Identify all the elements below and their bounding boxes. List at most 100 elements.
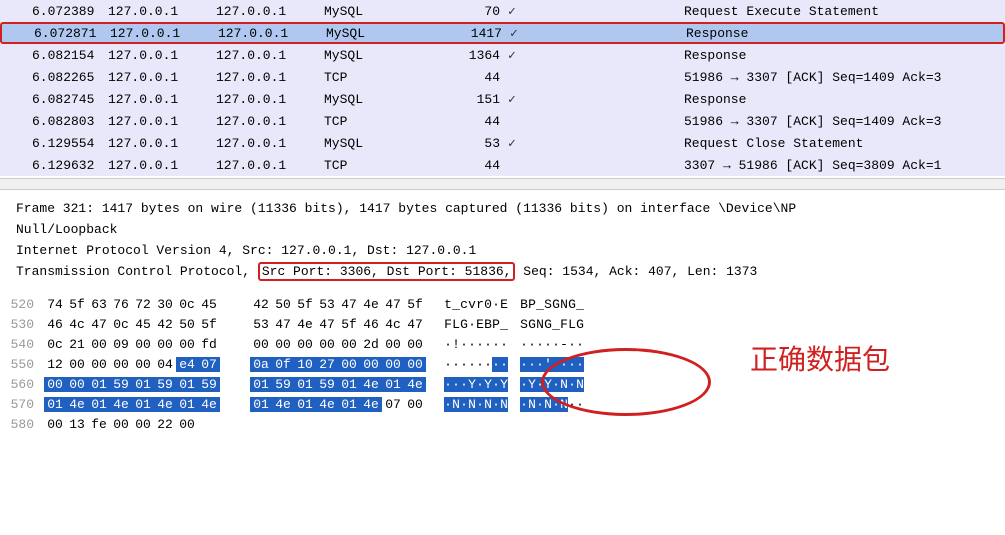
ascii-char bbox=[508, 297, 520, 312]
hex-byte: 12 bbox=[44, 357, 66, 372]
hex-offset: 560 bbox=[0, 377, 44, 392]
col-dst: 127.0.0.1 bbox=[216, 4, 324, 19]
col-proto: MySQL bbox=[324, 4, 420, 19]
hex-byte: 50 bbox=[272, 297, 294, 312]
hex-row[interactable]: 5800013fe00002200 bbox=[0, 414, 1005, 434]
ascii-char: P bbox=[528, 297, 536, 312]
ascii-char: Y bbox=[484, 377, 492, 392]
hex-ascii: t_cvr0·EBP_SGNG_ bbox=[444, 297, 584, 312]
hex-byte: 10 bbox=[294, 357, 316, 372]
packet-row[interactable]: 6.082154127.0.0.1127.0.0.1MySQL1364✓Resp… bbox=[0, 44, 1005, 66]
ascii-char: _ bbox=[500, 317, 508, 332]
col-proto: TCP bbox=[324, 70, 420, 85]
col-dst: 127.0.0.1 bbox=[216, 92, 324, 107]
ascii-char: · bbox=[452, 357, 460, 372]
hex-byte: 01 bbox=[294, 377, 316, 392]
hex-bytes: 000001590159015901590159014e014e bbox=[44, 377, 426, 392]
ascii-char: · bbox=[536, 397, 544, 412]
col-proto: MySQL bbox=[326, 26, 422, 41]
hex-byte: 0c bbox=[176, 297, 198, 312]
hex-byte: 04 bbox=[154, 357, 176, 372]
hex-bytes: 0c210009000000fd00000000002d0000 bbox=[44, 337, 426, 352]
ascii-char: · bbox=[560, 357, 568, 372]
ascii-char: _ bbox=[536, 297, 544, 312]
packet-row[interactable]: 6.129632127.0.0.1127.0.0.1TCP443307 → 51… bbox=[0, 154, 1005, 176]
ascii-char: G bbox=[576, 317, 584, 332]
col-info: Request Close Statement bbox=[684, 136, 1005, 151]
col-src: 127.0.0.1 bbox=[110, 26, 218, 41]
hex-byte: 01 bbox=[176, 397, 198, 412]
packet-row[interactable]: 6.082803127.0.0.1127.0.0.1TCP4451986 → 3… bbox=[0, 110, 1005, 132]
hex-byte: 76 bbox=[110, 297, 132, 312]
hex-byte: 00 bbox=[338, 357, 360, 372]
tcp-post: Seq: 1534, Ack: 407, Len: 1373 bbox=[515, 264, 757, 279]
hex-byte: 07 bbox=[382, 397, 404, 412]
hex-byte: 42 bbox=[250, 297, 272, 312]
hex-ascii: ···········'···· bbox=[444, 357, 584, 372]
ascii-char: · bbox=[568, 357, 576, 372]
hex-row[interactable]: 570014e014e014e014e014e014e014e0700·N·N·… bbox=[0, 394, 1005, 414]
hex-byte: 30 bbox=[154, 297, 176, 312]
hex-byte: 46 bbox=[44, 317, 66, 332]
hex-byte: 45 bbox=[132, 317, 154, 332]
packet-row[interactable]: 6.129554127.0.0.1127.0.0.1MySQL53✓Reques… bbox=[0, 132, 1005, 154]
ascii-char: N bbox=[544, 397, 552, 412]
ascii-char bbox=[508, 377, 520, 392]
hex-byte: 00 bbox=[88, 337, 110, 352]
ascii-char bbox=[508, 357, 520, 372]
hex-byte: 47 bbox=[88, 317, 110, 332]
hex-bytes: 014e014e014e014e014e014e014e0700 bbox=[44, 397, 426, 412]
hex-byte: 59 bbox=[154, 377, 176, 392]
ascii-char: N bbox=[576, 377, 584, 392]
col-len: 44 bbox=[420, 70, 508, 85]
col-proto: TCP bbox=[324, 114, 420, 129]
col-proto: MySQL bbox=[324, 92, 420, 107]
tcp-line[interactable]: Transmission Control Protocol, Src Port:… bbox=[16, 261, 989, 282]
hex-byte: 00 bbox=[294, 337, 316, 352]
packet-row[interactable]: 6.082745127.0.0.1127.0.0.1MySQL151✓Respo… bbox=[0, 88, 1005, 110]
hex-byte: 59 bbox=[316, 377, 338, 392]
ascii-char: · bbox=[444, 337, 452, 352]
hex-byte: 4e bbox=[294, 317, 316, 332]
null-line[interactable]: Null/Loopback bbox=[16, 219, 989, 240]
ascii-char: · bbox=[460, 357, 468, 372]
ascii-char: N bbox=[500, 397, 508, 412]
hex-bytes: 0013fe00002200 bbox=[44, 417, 198, 432]
ascii-char: r bbox=[476, 297, 484, 312]
col-info: Response bbox=[684, 92, 1005, 107]
hex-byte: 00 bbox=[154, 337, 176, 352]
ascii-char: _ bbox=[452, 297, 460, 312]
hex-byte: 00 bbox=[132, 337, 154, 352]
hex-byte: fd bbox=[198, 337, 220, 352]
ip-line[interactable]: Internet Protocol Version 4, Src: 127.0.… bbox=[16, 240, 989, 261]
pane-divider[interactable] bbox=[0, 178, 1005, 190]
ascii-char: · bbox=[492, 397, 500, 412]
hex-byte: 5f bbox=[294, 297, 316, 312]
hex-byte: 00 bbox=[88, 357, 110, 372]
packet-row[interactable]: 6.072389127.0.0.1127.0.0.1MySQL70✓Reques… bbox=[0, 0, 1005, 22]
hex-row[interactable]: 520745f637672300c4542505f53474e475ft_cvr… bbox=[0, 294, 1005, 314]
frame-line[interactable]: Frame 321: 1417 bytes on wire (11336 bit… bbox=[16, 198, 989, 219]
col-time: 6.082265 bbox=[0, 70, 108, 85]
ascii-char: · bbox=[536, 337, 544, 352]
ascii-char: Y bbox=[468, 377, 476, 392]
ascii-char: F bbox=[560, 317, 568, 332]
hex-byte: 01 bbox=[382, 377, 404, 392]
ascii-char: B bbox=[484, 317, 492, 332]
packet-row[interactable]: 6.072871127.0.0.1127.0.0.1MySQL1417✓Resp… bbox=[0, 22, 1005, 44]
hex-byte: 4e bbox=[272, 397, 294, 412]
ascii-char: N bbox=[560, 377, 568, 392]
ascii-char: S bbox=[520, 317, 528, 332]
hex-byte: 01 bbox=[44, 397, 66, 412]
packet-row[interactable]: 6.082265127.0.0.1127.0.0.1TCP4451986 → 3… bbox=[0, 66, 1005, 88]
ascii-char: · bbox=[544, 337, 552, 352]
ascii-char: ' bbox=[544, 357, 552, 372]
hex-byte: 00 bbox=[44, 417, 66, 432]
hex-row[interactable]: 530464c470c4542505f53474e475f464c47FLG·E… bbox=[0, 314, 1005, 334]
ascii-char: · bbox=[476, 377, 484, 392]
hex-byte: 27 bbox=[316, 357, 338, 372]
ascii-char: · bbox=[492, 357, 500, 372]
ascii-char: · bbox=[492, 297, 500, 312]
col-info: Request Execute Statement bbox=[684, 4, 1005, 19]
hex-byte: 63 bbox=[88, 297, 110, 312]
